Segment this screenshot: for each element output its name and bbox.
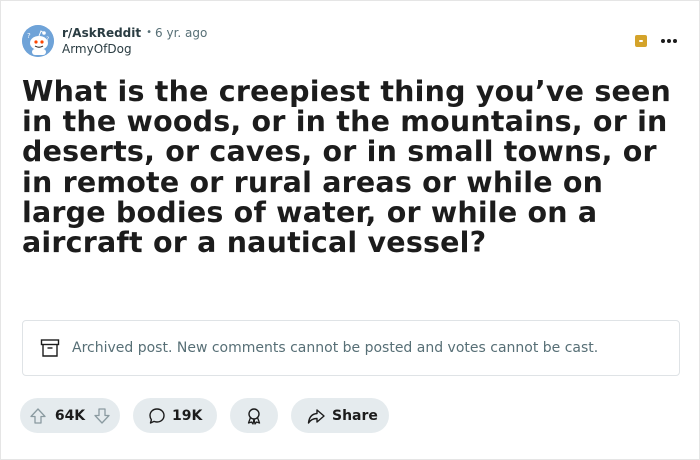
archived-notice: Archived post. New comments cannot be po… — [22, 320, 680, 376]
post-meta-top: r/AskReddit • 6 yr. ago — [62, 25, 207, 41]
archive-box-icon — [40, 338, 60, 358]
more-options-button[interactable] — [661, 39, 677, 43]
post-header: ? ? r/AskReddit • 6 yr. ago ArmyOfDog — [22, 25, 677, 59]
svg-text:?: ? — [46, 36, 49, 43]
author-link[interactable]: ArmyOfDog — [62, 41, 207, 57]
svg-text:?: ? — [27, 32, 31, 40]
upvote-arrow-icon — [30, 407, 46, 424]
award-icon — [247, 407, 261, 425]
more-options-icon — [667, 39, 671, 43]
share-arrow-icon — [307, 408, 325, 424]
share-label: Share — [332, 407, 378, 424]
comment-count: 19K — [172, 407, 203, 424]
downvote-button[interactable] — [92, 406, 112, 426]
comment-bubble-icon — [149, 407, 165, 424]
share-button[interactable]: Share — [291, 398, 389, 433]
header-actions — [635, 35, 677, 47]
post-card: ? ? r/AskReddit • 6 yr. ago ArmyOfDog Wh… — [0, 0, 700, 460]
post-meta: r/AskReddit • 6 yr. ago ArmyOfDog — [62, 25, 207, 57]
vote-control: 64K — [20, 398, 120, 433]
downvote-arrow-icon — [94, 407, 110, 424]
more-options-icon — [673, 39, 677, 43]
archived-notice-text: Archived post. New comments cannot be po… — [72, 340, 599, 356]
upvote-button[interactable] — [28, 406, 48, 426]
meta-separator: • — [146, 27, 153, 38]
archive-badge-icon — [635, 35, 647, 47]
subreddit-link[interactable]: r/AskReddit — [62, 25, 141, 41]
more-options-icon — [661, 39, 665, 43]
comments-button[interactable]: 19K — [133, 398, 217, 433]
post-time: 6 yr. ago — [155, 26, 208, 40]
post-title: What is the creepiest thing you’ve seen … — [22, 75, 672, 260]
post-action-bar: 64K 19K Share — [20, 398, 389, 433]
award-button[interactable] — [230, 398, 278, 433]
vote-count: 64K — [54, 407, 86, 424]
subreddit-avatar-icon[interactable]: ? ? — [22, 25, 54, 57]
